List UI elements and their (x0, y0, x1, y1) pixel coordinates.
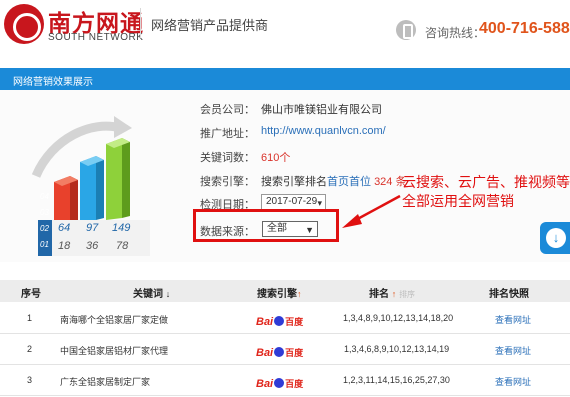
annotation-arrow-icon (342, 194, 401, 228)
logo-emblem-icon (4, 4, 44, 44)
row-index: 1 (27, 313, 33, 323)
annotation-line-1: 云搜索、云广告、推视频等 (402, 174, 570, 190)
engine-first-page-link[interactable]: 首页首位 (327, 176, 371, 188)
sort-up-icon: ↑ (391, 289, 397, 299)
row-index: 2 (27, 344, 33, 354)
keywords-count: 610 (261, 152, 280, 164)
row-keyword[interactable]: 广东全铝家居制定厂家 (60, 375, 150, 388)
row-keyword[interactable]: 南海哪个全铝家居厂家定做 (60, 313, 168, 326)
row-rank: 1,3,4,6,8,9,10,12,13,14,19 (344, 344, 450, 354)
row-label: 04 (40, 192, 49, 201)
download-button[interactable]: ↓ (540, 222, 570, 254)
engine-value: 搜索引擎排名首页首位 324 条 (261, 173, 406, 189)
chevron-down-icon: ▼ (305, 225, 314, 235)
row-index: 3 (27, 375, 33, 385)
graphic-value: 36 (86, 240, 99, 252)
baidu-logo-icon: Bai 百度 (256, 347, 304, 359)
date-select[interactable]: 2017-07-29 ▾ (261, 194, 326, 210)
url-link[interactable]: http://www.quanlvcn.com/ (261, 125, 386, 137)
source-select-value: 全部 (267, 223, 287, 234)
row-rank: 1,3,4,8,9,10,12,13,14,18,20 (343, 313, 454, 323)
header-index: 序号 (21, 289, 41, 300)
company-value: 佛山市唯镁铝业有限公司 (261, 104, 382, 116)
engine-label: 搜索引擎： (200, 176, 255, 188)
hotline-label: 咨询热线： (425, 26, 486, 40)
logo-english-name: SOUTH NETWORK (48, 32, 144, 43)
graphic-value: 64 (58, 222, 71, 234)
header-keyword[interactable]: 关键词 ↓ (133, 285, 170, 300)
header-divider (140, 8, 141, 38)
rank-sort-label: 排序 (399, 290, 416, 299)
company-label: 会员公司： (200, 104, 255, 116)
header-engine-label: 搜索引擎 (257, 289, 297, 300)
view-url-link[interactable]: 查看网址 (495, 313, 531, 326)
graphic-value: 97 (86, 222, 99, 234)
hotline-number: 400-716-5881 (479, 20, 570, 37)
header-rank-label: 排名 (369, 289, 389, 300)
engine-prefix: 搜索引擎排名 (261, 176, 327, 188)
source-label: 数据来源： (200, 226, 255, 238)
source-select[interactable]: 全部 ▼ (262, 221, 318, 237)
baidu-logo-icon: Bai 百度 (256, 316, 304, 328)
section-title: 网络营销效果展示 (13, 77, 93, 88)
keywords-label: 关键词数： (200, 152, 255, 164)
table-row: 1 南海哪个全铝家居厂家定做 Bai 百度 1,3,4,8,9,10,12,13,… (0, 303, 570, 334)
header-snapshot: 排名快照 (489, 289, 529, 300)
site-header: 南方网通 SOUTH NETWORK 网络营销产品提供商 咨询热线： 400-7… (0, 0, 570, 66)
graphic-value: 18 (58, 240, 71, 252)
slogan: 网络营销产品提供商 (151, 18, 269, 33)
table-header: 序号 关键词 ↓ 搜索引擎↑ 排名 ↑ 排序 排名快照 (0, 280, 570, 302)
sort-down-icon: ↓ (165, 289, 171, 299)
phone-icon (396, 20, 416, 40)
table-row: 3 广东全铝家居制定厂家 Bai 百度 1,2,3,11,14,15,16,25,… (0, 365, 570, 396)
engine-count: 324 (374, 176, 393, 188)
keywords-value: 610个 (261, 149, 290, 165)
url-label: 推广地址： (200, 128, 255, 140)
header-keyword-label: 关键词 (133, 289, 163, 300)
view-url-link[interactable]: 查看网址 (495, 375, 531, 388)
row-label: 02 (40, 224, 49, 233)
row-rank: 1,2,3,11,14,15,16,25,27,30 (343, 375, 450, 385)
date-select-value: 2017-07-29 (266, 196, 318, 207)
header-rank[interactable]: 排名 ↑ 排序 (369, 285, 415, 300)
table-row: 2 中国全铝家居铝材厂家代理 Bai 百度 1,3,4,6,8,9,10,12,1… (0, 334, 570, 365)
download-icon: ↓ (546, 228, 566, 248)
row-label: 03 (40, 208, 49, 217)
row-keyword[interactable]: 中国全铝家居铝材厂家代理 (60, 344, 168, 357)
ranking-graphic: 04 03 02 01 64 97 149 18 36 78 (22, 98, 150, 258)
view-url-link[interactable]: 查看网址 (495, 344, 531, 357)
chevron-down-icon: ▾ (317, 198, 322, 208)
baidu-logo-icon: Bai 百度 (256, 378, 304, 390)
graphic-value: 149 (112, 222, 131, 234)
sort-up-icon: ↑ (297, 289, 302, 299)
section-title-bar: 网络营销效果展示 (0, 68, 570, 90)
graphic-value: 78 (116, 240, 129, 252)
logo[interactable]: 南方网通 SOUTH NETWORK (4, 4, 143, 44)
header-engine[interactable]: 搜索引擎↑ (257, 285, 302, 300)
annotation-line-2: 全部运用全网营销 (402, 193, 514, 209)
keywords-unit: 个 (279, 152, 291, 164)
row-label: 01 (40, 240, 49, 249)
